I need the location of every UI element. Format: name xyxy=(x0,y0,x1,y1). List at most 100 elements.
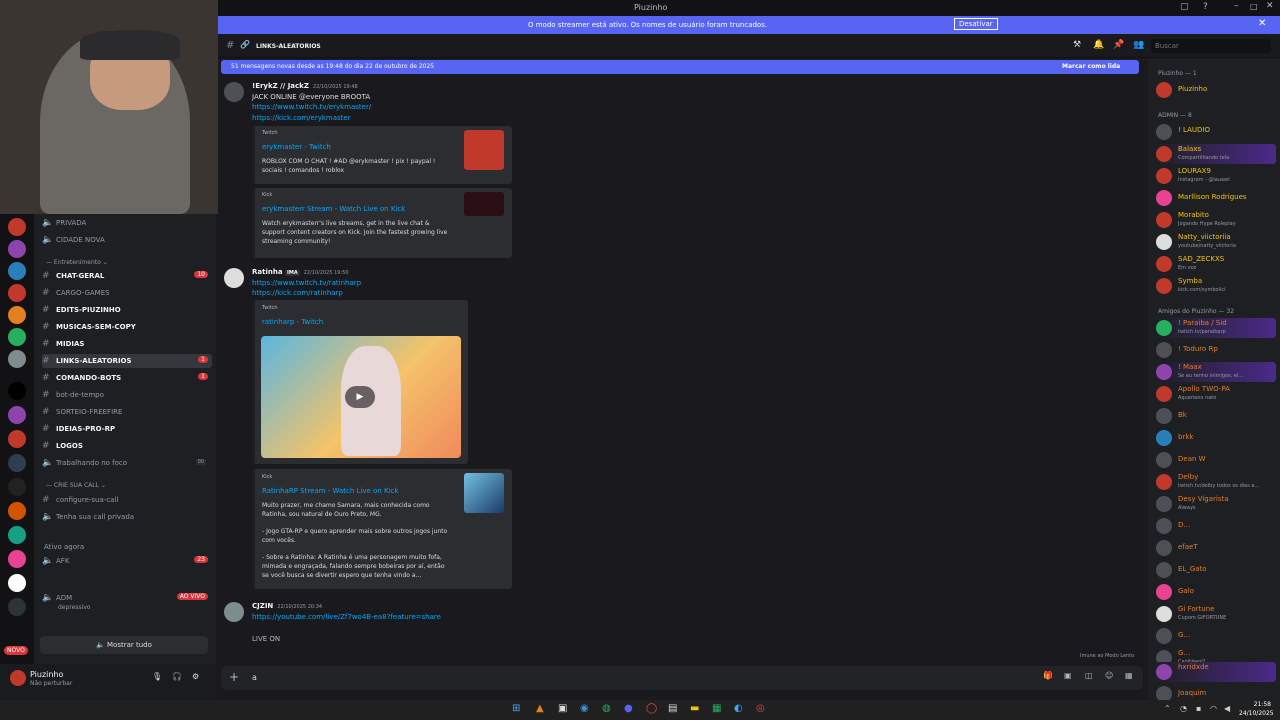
message-link[interactable]: https://kick.com/erykmaster xyxy=(252,114,351,122)
message-link[interactable]: https://www.twitch.tv/ratinharp xyxy=(252,279,361,287)
browser-icon[interactable]: ◉ xyxy=(580,703,589,714)
app-icon[interactable]: ◎ xyxy=(756,703,765,714)
disable-streamer-button[interactable]: Desativar xyxy=(954,18,998,30)
category-crie-sua-call[interactable]: — CRIE SUA CALL ⌄ xyxy=(46,482,106,489)
message-link[interactable]: https://kick.com/ratinharp xyxy=(252,289,343,297)
member-item[interactable]: Galo xyxy=(1156,582,1276,602)
headphones-icon[interactable]: 🎧 xyxy=(172,672,182,681)
member-item[interactable]: brkk xyxy=(1156,428,1276,448)
server-icon[interactable] xyxy=(8,240,26,258)
server-icon[interactable] xyxy=(8,328,26,346)
server-icon[interactable] xyxy=(8,526,26,544)
wifi-icon[interactable]: ◠ xyxy=(1210,704,1217,713)
opera-icon[interactable]: ◯ xyxy=(646,703,657,714)
tray-icon[interactable]: ▪ xyxy=(1196,704,1201,713)
member-item[interactable]: D... xyxy=(1156,516,1276,536)
voice-channel-afk[interactable]: 🔈 AFK 23 xyxy=(42,554,212,568)
clock-date[interactable]: 24/10/2025 xyxy=(1239,710,1274,717)
close-icon[interactable]: ✕ xyxy=(1266,1,1274,11)
channel-comando-bots[interactable]: # COMANDO-BOTS 1 xyxy=(42,371,212,385)
server-icon[interactable] xyxy=(8,574,26,592)
minimize-icon[interactable]: – xyxy=(1234,1,1239,11)
message-author[interactable]: CJZIN xyxy=(252,602,273,610)
folder-icon[interactable]: ▬ xyxy=(690,703,699,714)
channel-configure-sua-call[interactable]: # configure-sua-call xyxy=(42,493,212,507)
user-avatar[interactable] xyxy=(10,670,26,686)
member-item[interactable]: ! Maax Se eu tenho inimigos, el... xyxy=(1156,362,1276,382)
show-all-button[interactable]: 🔈 Mostrar tudo xyxy=(40,636,208,654)
member-item[interactable]: Morabito Jogando Hype Roleplay xyxy=(1156,210,1276,230)
clock-time[interactable]: 21:58 xyxy=(1243,701,1271,708)
avatar[interactable] xyxy=(224,82,244,102)
server-icon[interactable] xyxy=(8,454,26,472)
channel-bot-de-tempo[interactable]: # bot-de-tempo xyxy=(42,388,212,402)
category-entretenimento[interactable]: — Entretenimento ⌄ xyxy=(46,259,108,266)
member-item[interactable]: Delby twitch.tv/delby todos os dias a... xyxy=(1156,472,1276,492)
tray-icon[interactable]: ◔ xyxy=(1180,704,1187,713)
server-icon[interactable] xyxy=(8,306,26,324)
member-item[interactable]: G... xyxy=(1156,626,1276,646)
avatar[interactable] xyxy=(224,602,244,622)
search-input[interactable] xyxy=(1151,39,1271,53)
play-icon[interactable]: ▶ xyxy=(345,386,375,408)
member-item[interactable]: Piuzinho xyxy=(1156,80,1276,100)
member-item[interactable]: Apollo TWO-PA Aquariano nato xyxy=(1156,384,1276,404)
stream-preview-image[interactable]: ▶ xyxy=(261,336,461,458)
message-author[interactable]: !ErykZ // JackZ xyxy=(252,82,309,90)
member-item[interactable]: Symba kick.com/symbolici xyxy=(1156,276,1276,296)
message-link[interactable]: https://www.twitch.tv/erykmaster/ xyxy=(252,103,371,111)
server-icon[interactable] xyxy=(8,382,26,400)
message-input[interactable]: a xyxy=(252,673,257,682)
member-item[interactable]: Marllison Rodrigues xyxy=(1156,188,1276,208)
server-icon[interactable] xyxy=(8,430,26,448)
member-item[interactable]: Bk xyxy=(1156,406,1276,426)
close-banner-icon[interactable]: ✕ xyxy=(1258,18,1266,29)
member-item[interactable]: Desy Vigarista Always xyxy=(1156,494,1276,514)
member-item[interactable]: Gi Fortune Cupom GIFORTUNE xyxy=(1156,604,1276,624)
app-icon[interactable]: ▤ xyxy=(668,703,677,714)
voice-channel-privada[interactable]: 🔈 PRIVADA xyxy=(42,216,212,230)
server-icon[interactable] xyxy=(8,502,26,520)
gift-icon[interactable]: 🎁 xyxy=(1043,671,1053,680)
channel-links-aleatorios[interactable]: # LINKS-ALEATORIOS 1 xyxy=(42,354,212,368)
sticker-icon[interactable]: ◫ xyxy=(1085,671,1093,680)
voice-channel-adm[interactable]: 🔈 ADM AO VIVO xyxy=(42,591,212,605)
inbox-icon[interactable]: ▢ xyxy=(1180,2,1189,12)
channel-logos[interactable]: # LOGOS xyxy=(42,439,212,453)
volume-icon[interactable]: ◀ xyxy=(1224,704,1230,713)
member-item[interactable]: EL_Gato xyxy=(1156,560,1276,580)
maximize-icon[interactable]: □ xyxy=(1250,2,1258,11)
mark-read-button[interactable]: Marcar como lida xyxy=(1062,63,1120,70)
member-item[interactable]: ! LAUDIO xyxy=(1156,122,1276,142)
channel-sorteio-freefire[interactable]: # SORTEIO-FREEFIRE xyxy=(42,405,212,419)
member-item[interactable]: efaeT xyxy=(1156,538,1276,558)
channel-ideias-pro-rp[interactable]: # IDEIAS-PRO-RP xyxy=(42,422,212,436)
bell-icon[interactable]: 🔔 xyxy=(1093,40,1104,50)
channel-chat-geral[interactable]: # CHAT-GERAL 10 xyxy=(42,269,212,283)
gif-icon[interactable]: ▣ xyxy=(1064,671,1072,680)
member-item[interactable]: SAD_ZECKXS Em voz xyxy=(1156,254,1276,274)
server-icon[interactable] xyxy=(8,598,26,616)
help-icon[interactable]: ? xyxy=(1203,2,1208,12)
threads-icon[interactable]: ⚒ xyxy=(1073,40,1081,50)
member-item[interactable]: hxridxde xyxy=(1156,662,1276,682)
channel-midias[interactable]: # MIDIAS xyxy=(42,337,212,351)
pin-icon[interactable]: 📌 xyxy=(1113,40,1124,50)
microphone-icon[interactable]: 🎙 xyxy=(152,672,162,681)
app-icon[interactable]: ▲ xyxy=(536,703,544,714)
server-icon[interactable] xyxy=(8,478,26,496)
server-icon[interactable] xyxy=(8,262,26,280)
avatar[interactable] xyxy=(224,268,244,288)
chevron-up-icon[interactable]: ⌃ xyxy=(1164,704,1171,713)
channel-musicas-sem-copy[interactable]: # MUSICAS-SEM-COPY xyxy=(42,320,212,334)
member-item[interactable]: Dean W xyxy=(1156,450,1276,470)
voice-channel-trabalhando[interactable]: 🔈 Trabalhando no foco 00 xyxy=(42,456,212,470)
voice-channel-call-privada[interactable]: 🔈 Tenha sua call privada xyxy=(42,510,212,524)
server-icon[interactable] xyxy=(8,550,26,568)
settings-gear-icon[interactable]: ⚙ xyxy=(192,672,199,681)
new-messages-bar[interactable]: 51 mensagens novas desde as 19:48 do dia… xyxy=(221,60,1139,74)
member-item[interactable]: Balaxs Compartilhando tela xyxy=(1156,144,1276,164)
start-icon[interactable]: ⊞ xyxy=(512,703,520,714)
message-link[interactable]: https://youtube.com/live/Zf7wo4B-ea8?fea… xyxy=(252,613,441,621)
message-author[interactable]: Ratinha xyxy=(252,268,283,276)
